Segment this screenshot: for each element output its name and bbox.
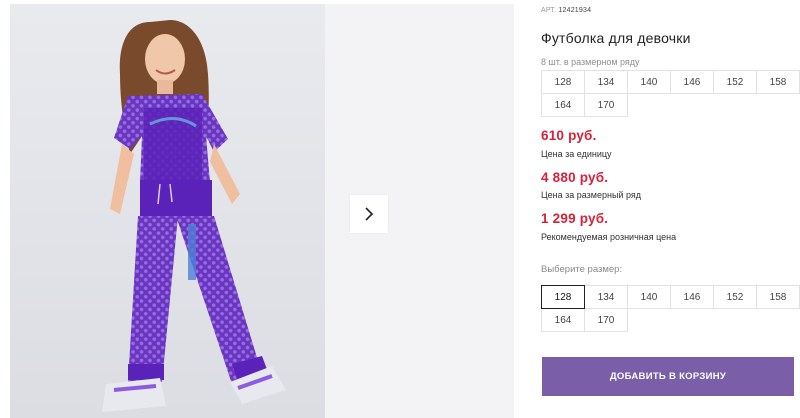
pack-size-cell: 152 — [713, 70, 757, 94]
size-option-152[interactable]: 152 — [713, 285, 757, 309]
pack-size-cell: 140 — [627, 70, 671, 94]
product-info-panel: АРТ. 12421934 Футболка для девочки 8 шт.… — [540, 0, 800, 418]
size-option-170[interactable]: 170 — [584, 308, 628, 332]
pack-size-grid: 128 134 140 146 152 158 164 170 — [541, 70, 800, 117]
pack-price: 4 880 руб. — [541, 170, 609, 185]
size-option-134[interactable]: 134 — [584, 285, 628, 309]
article-number: АРТ. 12421934 — [541, 7, 591, 14]
gallery-next-button[interactable] — [350, 195, 388, 233]
pack-size-cell: 134 — [584, 70, 628, 94]
choose-size-label: Выберите размер: — [541, 264, 623, 275]
retail-price-caption: Рекомендуемая розничная цена — [541, 232, 677, 242]
size-selector: 128 134 140 146 152 158 164 170 — [541, 285, 800, 332]
pack-size-cell: 128 — [541, 70, 585, 94]
chevron-right-icon — [365, 207, 374, 221]
pack-price-caption: Цена за размерный ряд — [541, 190, 642, 200]
unit-price-caption: Цена за единицу — [541, 149, 612, 159]
pack-size-cell: 158 — [756, 70, 800, 94]
retail-price: 1 299 руб. — [541, 211, 609, 226]
size-option-158[interactable]: 158 — [756, 285, 800, 309]
pack-size-note: 8 шт. в размерном ряду — [541, 57, 640, 67]
size-option-164[interactable]: 164 — [541, 308, 585, 332]
add-to-cart-button[interactable]: ДОБАВИТЬ В КОРЗИНУ — [542, 357, 794, 396]
product-main-image[interactable] — [10, 4, 325, 418]
product-title: Футболка для девочки — [541, 30, 691, 46]
size-option-128[interactable]: 128 — [541, 285, 585, 309]
product-gallery — [0, 0, 514, 418]
pack-size-cell: 146 — [670, 70, 714, 94]
size-option-146[interactable]: 146 — [670, 285, 714, 309]
size-option-140[interactable]: 140 — [627, 285, 671, 309]
article-value: 12421934 — [558, 7, 592, 14]
pack-size-cell: 164 — [541, 93, 585, 117]
girl-photo-illustration — [10, 4, 325, 418]
unit-price: 610 руб. — [541, 128, 597, 143]
article-label: АРТ. — [541, 7, 557, 14]
pack-size-cell: 170 — [584, 93, 628, 117]
